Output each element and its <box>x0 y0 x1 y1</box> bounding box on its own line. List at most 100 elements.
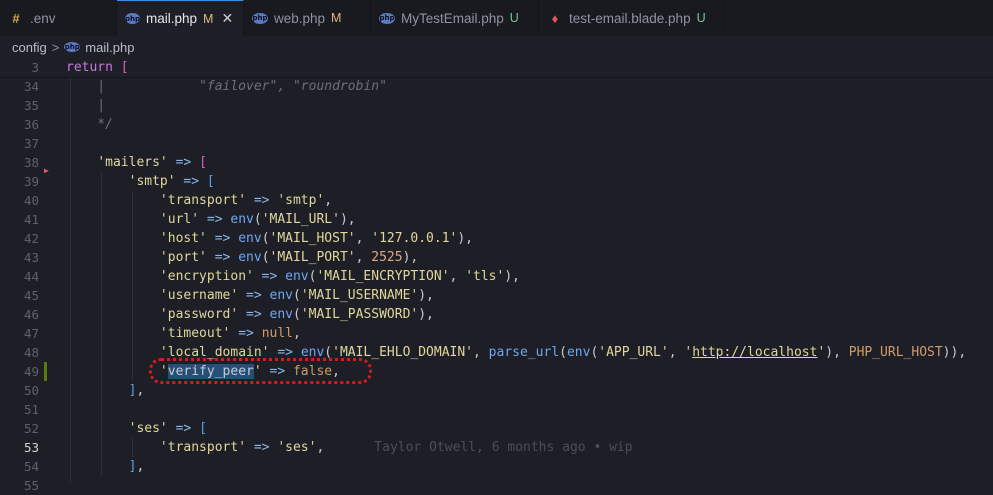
git-status-badge: U <box>696 11 706 25</box>
code-token: 'smtp' <box>277 193 325 208</box>
code-text: 'local_domain' => env('MAIL_EHLO_DOMAIN'… <box>66 343 966 362</box>
code-line[interactable]: 36 */ <box>0 115 993 134</box>
code-line[interactable]: 49 'verify_peer' => false, <box>0 362 993 381</box>
code-token: => <box>261 269 278 284</box>
code-token: 'tls' <box>465 269 505 284</box>
code-token: 'ses' <box>128 421 168 436</box>
code-line[interactable]: 38 'mailers' => [ <box>0 153 993 172</box>
code-token: ), <box>418 288 434 303</box>
code-token: env <box>269 307 293 322</box>
code-token: ' <box>159 364 168 379</box>
code-token: ( <box>559 345 567 360</box>
tab-mytestemail-php[interactable]: php MyTestEmail.php U <box>371 0 539 36</box>
code-text: ], <box>66 457 145 476</box>
code-line[interactable]: 41 'url' => env('MAIL_URL'), <box>0 210 993 229</box>
code-line[interactable]: 53 'transport' => 'ses', Taylor Otwell, 6… <box>0 438 993 457</box>
line-number: 35 <box>23 98 39 113</box>
code-token: , <box>324 193 333 208</box>
code-token: ), <box>339 212 356 227</box>
line-number: 49 <box>23 364 39 379</box>
code-text: 'transport' => 'ses', Taylor Otwell, 6 mo… <box>66 438 633 457</box>
code-token: env <box>238 231 262 246</box>
code-token: ( <box>253 212 262 227</box>
tab-web-php[interactable]: php web.php M <box>244 0 371 36</box>
code-line[interactable]: 34 | "failover", "roundrobin" <box>0 77 993 96</box>
code-token: => <box>246 307 262 322</box>
code-token: ), <box>825 345 849 360</box>
line-number: 37 <box>23 136 39 151</box>
code-token: ( <box>293 288 301 303</box>
code-line[interactable]: 39 'smtp' => [ <box>0 172 993 191</box>
line-number: 41 <box>23 212 39 227</box>
code-token: 'local_domain' <box>159 345 270 360</box>
close-icon[interactable]: ✕ <box>221 10 233 27</box>
code-token: , <box>473 345 489 360</box>
code-line[interactable]: 46 'password' => env('MAIL_PASSWORD'), <box>0 305 993 324</box>
code-token: | <box>66 98 106 113</box>
code-line[interactable]: 40 'transport' => 'smtp', <box>0 191 993 210</box>
line-number: 46 <box>23 307 39 322</box>
tab-mail-php[interactable]: php mail.php M ✕ <box>117 0 244 36</box>
code-token: , <box>293 326 301 341</box>
code-token: => <box>238 326 254 341</box>
code-token: => <box>214 231 231 246</box>
code-token: 'url' <box>159 212 200 227</box>
code-line[interactable]: 35 | <box>0 96 993 115</box>
code-token: parse_url <box>488 345 560 360</box>
tab-test-email-blade-php[interactable]: ♦ test-email.blade.php U <box>539 0 725 36</box>
code-token: env <box>238 250 262 265</box>
code-line[interactable]: 44 'encryption' => env('MAIL_ENCRYPTION'… <box>0 267 993 286</box>
line-number: 3 <box>31 60 39 75</box>
code-token: 'transport' <box>159 193 247 208</box>
code-token: 'MAIL_PASSWORD' <box>300 307 419 322</box>
code-token: , <box>136 459 145 474</box>
git-status-badge: M <box>331 11 342 25</box>
code-token: env <box>566 345 591 360</box>
code-text: 'port' => env('MAIL_PORT', 2525), <box>66 248 418 267</box>
code-token: null <box>261 326 293 341</box>
code-token: 'username' <box>159 288 239 303</box>
code-line[interactable]: 50 ], <box>0 381 993 400</box>
breadcrumb-folder[interactable]: config <box>12 40 47 55</box>
tab-label: MyTestEmail.php <box>401 10 504 26</box>
code-line[interactable]: 47 'timeout' => null, <box>0 324 993 343</box>
breadcrumb-file[interactable]: mail.php <box>85 40 134 55</box>
code-line[interactable]: 45 'username' => env('MAIL_USERNAME'), <box>0 286 993 305</box>
code-token: => <box>277 345 293 360</box>
code-line[interactable]: 55 <box>0 476 993 495</box>
code-line[interactable]: 48 'local_domain' => env('MAIL_EHLO_DOMA… <box>0 343 993 362</box>
code-text: | <box>66 96 105 115</box>
git-blame-annotation: Taylor Otwell, 6 months ago • wip <box>374 440 633 455</box>
code-editor[interactable]: ▶ 3 return [34 | "failover", "roundrobin"… <box>0 58 993 493</box>
code-text: 'mailers' => [ <box>66 153 207 172</box>
code-line[interactable]: 52 'ses' => [ <box>0 419 993 438</box>
code-token: , <box>449 269 466 284</box>
sticky-scroll-line[interactable]: 3 return [ <box>0 58 993 78</box>
code-line[interactable]: 54 ], <box>0 457 993 476</box>
code-line[interactable]: 43 'port' => env('MAIL_PORT', 2525), <box>0 248 993 267</box>
line-number: 43 <box>23 250 39 265</box>
tab-env[interactable]: # .env <box>0 0 117 36</box>
code-text: 'password' => env('MAIL_PASSWORD'), <box>66 305 434 324</box>
code-token: 'encryption' <box>159 269 254 284</box>
code-token: 'mailers' <box>97 155 168 170</box>
code-token: ), <box>402 250 419 265</box>
code-text: 'timeout' => null, <box>66 324 301 343</box>
code-token: ( <box>324 345 333 360</box>
code-line[interactable]: 42 'host' => env('MAIL_HOST', '127.0.0.1… <box>0 229 993 248</box>
code-text: | "failover", "roundrobin" <box>66 77 387 96</box>
code-line[interactable]: 37 <box>0 134 993 153</box>
code-text: 'url' => env('MAIL_URL'), <box>66 210 356 229</box>
code-line[interactable]: 51 <box>0 400 993 419</box>
code-token: 'transport' <box>159 440 247 455</box>
